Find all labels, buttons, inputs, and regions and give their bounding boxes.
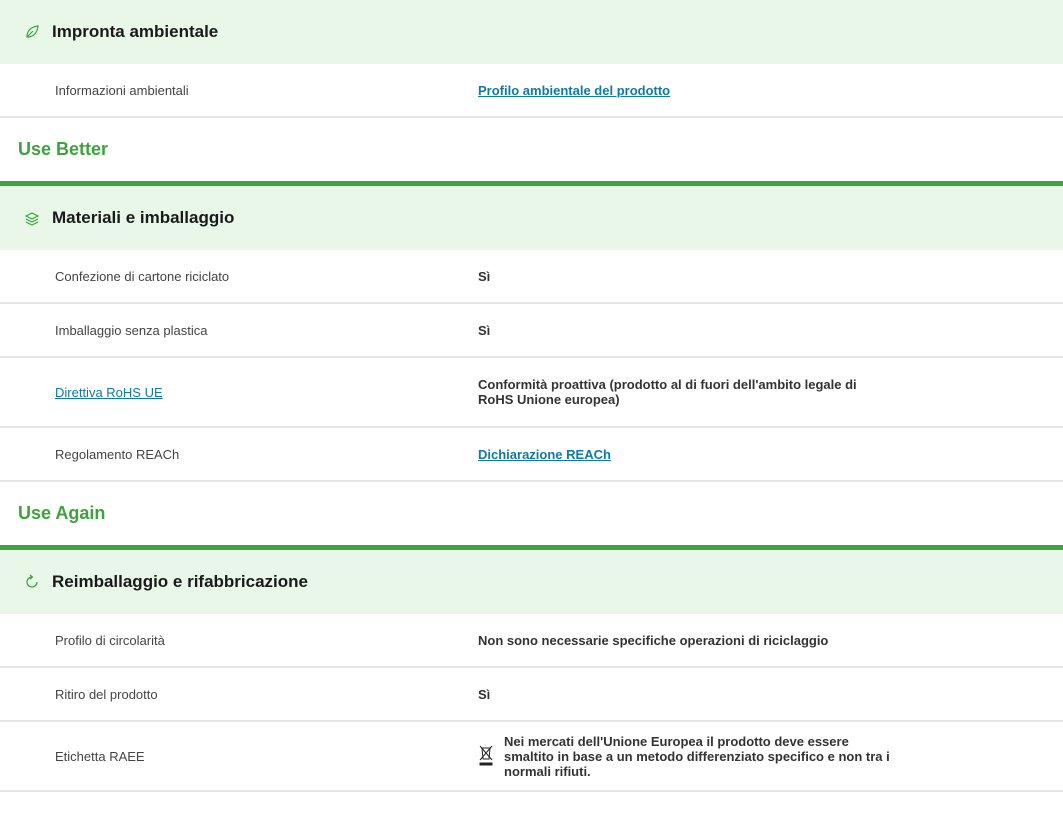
row-label: Etichetta RAEE — [55, 748, 145, 764]
row-value: Sì — [478, 322, 491, 338]
section-title-materials: Materiali e imballaggio — [52, 208, 235, 227]
rohs-directive-link[interactable]: Direttiva RoHS UE — [55, 385, 163, 400]
table-row: Regolamento REACh Dichiarazione REACh — [0, 428, 1063, 482]
weee-bin-icon — [478, 744, 494, 769]
row-value: Sì — [478, 268, 491, 284]
group-title-use-again: Use Again — [0, 482, 1063, 550]
section-header-materials: Materiali e imballaggio — [0, 186, 1063, 250]
table-row: Imballaggio senza plastica Sì — [0, 304, 1063, 358]
group-title-use-better: Use Better — [0, 118, 1063, 186]
table-row: Profilo di circolarità Non sono necessar… — [0, 614, 1063, 668]
layers-icon — [22, 208, 42, 228]
weee-label-text: Nei mercati dell'Unione Europea il prodo… — [504, 733, 890, 779]
section-title-repackaging: Reimballaggio e rifabbricazione — [52, 572, 309, 591]
section-title-footprint: Impronta ambientale — [52, 22, 219, 41]
section-header-repackaging: Reimballaggio e rifabbricazione — [0, 550, 1063, 614]
row-label: Confezione di cartone riciclato — [55, 268, 230, 284]
table-row: Etichetta RAEE Nei mercati dell'Unione E… — [0, 722, 1063, 792]
leaf-icon — [22, 22, 42, 42]
table-row: Direttiva RoHS UE Conformità proattiva (… — [0, 358, 1063, 428]
reach-declaration-link[interactable]: Dichiarazione REACh — [478, 447, 611, 462]
row-label: Profilo di circolarità — [55, 632, 165, 648]
table-row: Confezione di cartone riciclato Sì — [0, 250, 1063, 304]
row-label: Ritiro del prodotto — [55, 686, 158, 702]
row-label: Regolamento REACh — [55, 446, 180, 462]
row-label: Imballaggio senza plastica — [55, 322, 208, 338]
environmental-profile-link[interactable]: Profilo ambientale del prodotto — [478, 83, 670, 98]
row-value: Non sono necessarie specifiche operazion… — [478, 632, 829, 648]
table-row: Informazioni ambientali Profilo ambienta… — [0, 64, 1063, 118]
row-value: Sì — [478, 686, 491, 702]
row-value: Conformità proattiva (prodotto al di fuo… — [478, 377, 857, 407]
table-row: Ritiro del prodotto Sì — [0, 668, 1063, 722]
row-label: Informazioni ambientali — [55, 82, 189, 98]
refresh-icon — [22, 572, 42, 592]
section-header-footprint: Impronta ambientale — [0, 0, 1063, 64]
